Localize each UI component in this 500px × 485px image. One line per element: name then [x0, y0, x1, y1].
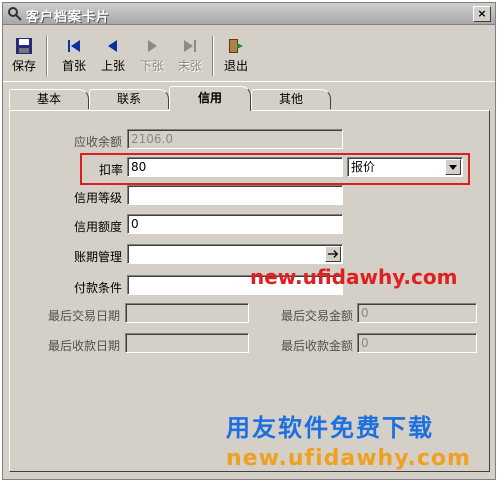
last-record-button[interactable]: 末张: [173, 34, 207, 80]
last-receipt-amount-label: 最后收款金额: [280, 339, 353, 353]
watermark-url: new.ufidawhy.com: [250, 265, 458, 289]
last-receipt-amount-field: 0: [357, 333, 477, 353]
next-record-label: 下张: [139, 59, 164, 73]
credit-level-input[interactable]: [127, 185, 343, 205]
last-trade-amount-field: 0: [357, 303, 477, 323]
title-bar[interactable]: 客户档案卡片 ×: [3, 3, 495, 25]
close-button[interactable]: ×: [473, 6, 491, 22]
previous-record-label: 上张: [100, 59, 125, 73]
previous-record-icon: [108, 40, 117, 52]
credit-limit-input[interactable]: 0: [127, 214, 343, 234]
tab-basic[interactable]: 基本: [9, 89, 89, 109]
tab-bar: 基本 联系 信用 其他: [3, 85, 495, 111]
save-icon: [16, 38, 32, 54]
next-record-button[interactable]: 下张: [135, 34, 169, 80]
toolbar: 保存 首张 上张 下张 末张 退出: [3, 26, 495, 82]
account-period-input[interactable]: [127, 244, 343, 264]
watermark-url-bottom: new.ufidawhy.com: [226, 446, 471, 471]
first-record-icon: [68, 40, 80, 52]
next-record-icon: [148, 40, 157, 52]
discount-rate-label: 扣率: [98, 163, 123, 177]
tab-credit[interactable]: 信用: [169, 86, 251, 111]
receivable-balance-field: 2106.0: [127, 129, 343, 149]
last-record-label: 末张: [177, 59, 202, 73]
last-trade-date-label: 最后交易日期: [47, 309, 120, 323]
last-trade-date-field: [125, 303, 249, 323]
tab-other[interactable]: 其他: [251, 89, 331, 109]
last-trade-amount-label: 最后交易金额: [280, 309, 353, 323]
receivable-balance-label: 应收余额: [73, 135, 122, 149]
app-icon: [8, 7, 22, 21]
toolbar-separator: [212, 36, 214, 76]
reference-lookup-button[interactable]: [325, 246, 341, 262]
save-button[interactable]: 保存: [7, 34, 41, 80]
tab-contact[interactable]: 联系: [89, 89, 169, 109]
credit-level-label: 信用等级: [73, 191, 122, 205]
price-type-value: 报价: [351, 160, 376, 174]
first-record-label: 首张: [61, 59, 86, 73]
last-record-icon: [184, 40, 196, 52]
last-receipt-date-field: [125, 333, 249, 353]
save-label: 保存: [11, 59, 36, 73]
chevron-down-icon[interactable]: [445, 159, 461, 175]
first-record-button[interactable]: 首张: [57, 34, 91, 80]
discount-rate-input[interactable]: 80: [127, 157, 343, 177]
exit-button[interactable]: 退出: [219, 34, 253, 80]
previous-record-button[interactable]: 上张: [96, 34, 130, 80]
price-type-select[interactable]: 报价: [347, 157, 463, 177]
watermark-title: 用友软件免费下载: [226, 414, 434, 442]
toolbar-separator: [46, 36, 48, 76]
last-receipt-date-label: 最后收款日期: [47, 339, 120, 353]
credit-limit-label: 信用额度: [73, 220, 122, 234]
exit-label: 退出: [223, 59, 248, 73]
payment-terms-label: 付款条件: [73, 281, 122, 295]
exit-icon: [229, 39, 243, 53]
window-title: 客户档案卡片: [26, 10, 111, 25]
account-period-label: 账期管理: [73, 250, 122, 264]
reference-arrow-icon: [327, 250, 339, 258]
